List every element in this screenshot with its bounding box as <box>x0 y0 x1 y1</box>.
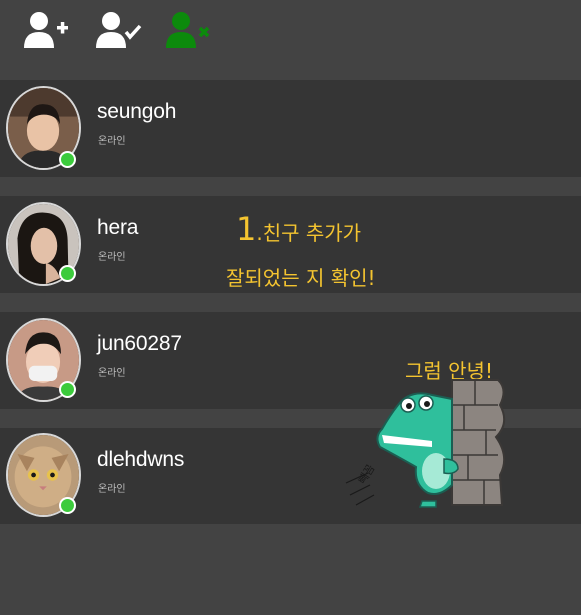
add-friend-button[interactable] <box>22 6 72 50</box>
friend-name: jun60287 <box>97 332 182 355</box>
online-status-dot <box>59 381 76 398</box>
toolbar <box>0 0 581 79</box>
online-status-dot <box>59 497 76 514</box>
user-check-icon <box>96 12 142 48</box>
annotation-step: 1.친구 추가가 <box>236 210 361 248</box>
annotation-step-number: 1 <box>236 210 257 248</box>
friend-list-button[interactable] <box>94 6 144 50</box>
friend-status: 온라인 <box>98 368 126 379</box>
online-status-dot <box>59 151 76 168</box>
friend-name: seungoh <box>97 100 177 123</box>
friend-name: dlehdwns <box>97 448 185 471</box>
friend-status: 온라인 <box>98 252 126 263</box>
annotation-line-1: .친구 추가가 <box>256 221 362 245</box>
friend-status: 온라인 <box>98 484 126 495</box>
online-status-dot <box>59 265 76 282</box>
user-remove-icon <box>166 12 210 48</box>
friend-status: 온라인 <box>98 136 126 147</box>
crocodile-sticker <box>340 375 520 515</box>
user-plus-icon <box>24 12 68 48</box>
annotation-line-2: 잘되었는 지 확인! <box>226 266 376 290</box>
friend-name: hera <box>97 216 139 239</box>
remove-friend-button[interactable] <box>164 6 214 50</box>
friend-row-seungoh[interactable]: seungoh 온라인 <box>0 80 581 177</box>
